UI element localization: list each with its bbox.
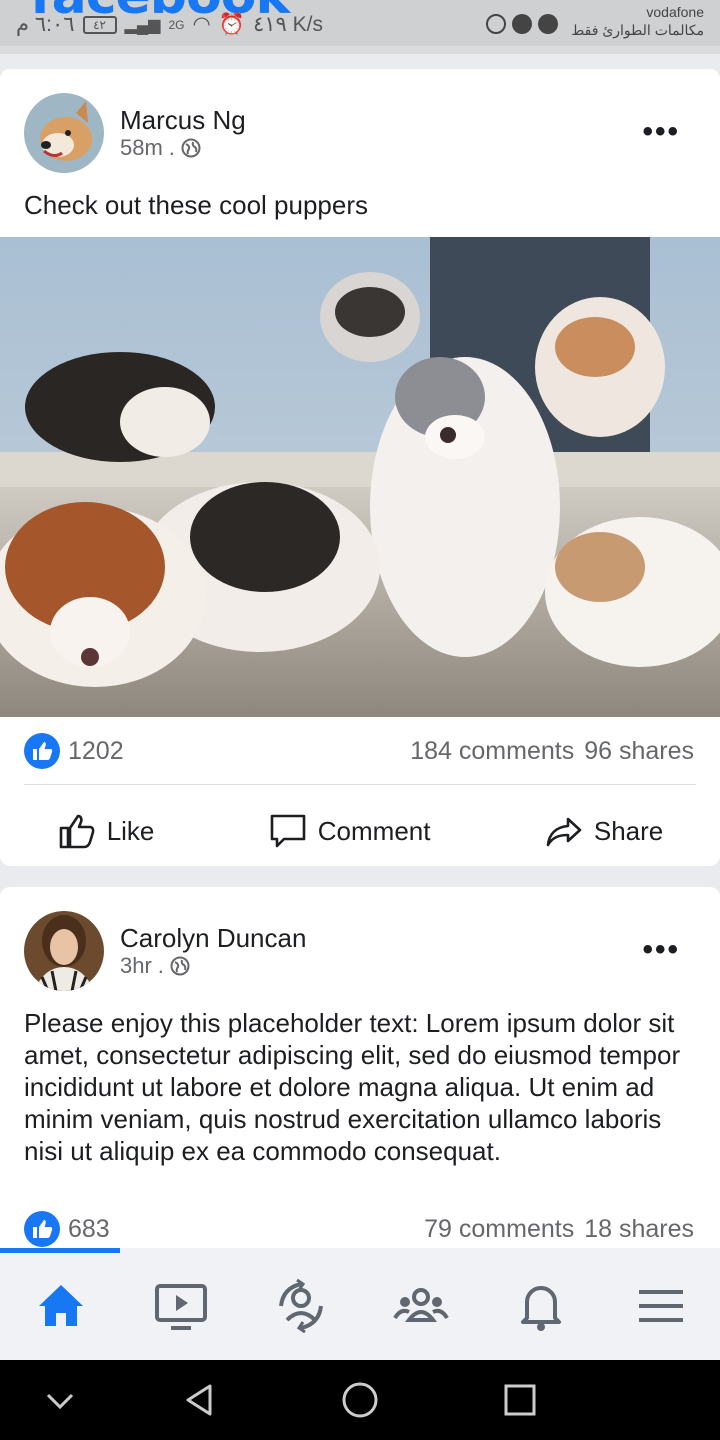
home-icon xyxy=(39,1285,83,1326)
video-icon xyxy=(155,1284,207,1330)
post-text: Please enjoy this placeholder text: Lore… xyxy=(24,1008,681,1166)
thumbs-up-icon xyxy=(59,814,95,849)
post-text: Check out these cool puppers xyxy=(24,190,368,220)
shares-count[interactable]: 18 shares xyxy=(584,1215,694,1244)
comment-label: Comment xyxy=(317,815,431,846)
avatar[interactable] xyxy=(24,911,104,991)
globe-icon xyxy=(170,956,190,976)
carrier-name: vodafone xyxy=(646,4,704,20)
meta-separator: . xyxy=(168,135,175,160)
battery-level: ٤٢ xyxy=(93,17,106,32)
post-meta: 58m . xyxy=(120,135,201,161)
more-options-button[interactable]: ••• xyxy=(642,115,680,149)
bell-icon xyxy=(521,1286,561,1331)
signal-icon: ▂▄▆ xyxy=(124,16,161,34)
status-bar: facebook ٦:٠٦ م ٤٢ ▂▄▆ 2G ◠ ⏰ ٤١٩ K/s vo… xyxy=(0,0,720,46)
tab-groups[interactable] xyxy=(361,1266,481,1346)
groups-icon xyxy=(393,1288,449,1322)
wifi-icon: ◠ xyxy=(192,13,211,36)
post-card: Carolyn Duncan 3hr . ••• Please enjoy th… xyxy=(0,887,720,1267)
emergency-calls-note: مكالمات الطوارئ فقط xyxy=(571,22,704,38)
chevron-down-icon[interactable] xyxy=(40,1380,80,1420)
bottom-tab-bar xyxy=(0,1248,720,1360)
comment-icon xyxy=(270,814,306,848)
more-options-button[interactable]: ••• xyxy=(642,933,680,967)
recents-icon[interactable] xyxy=(500,1380,540,1420)
author-name[interactable]: Marcus Ng xyxy=(120,105,246,136)
reactions-row: 683 79 comments 18 shares xyxy=(24,1211,694,1247)
phone-icon xyxy=(486,14,506,34)
post-card: Marcus Ng 58m . ••• Check out these cool… xyxy=(0,69,720,866)
battery-icon: ٤٢ xyxy=(82,15,117,34)
post-actions: Like Comment Share xyxy=(0,803,720,859)
alarm-icon: ⏰ xyxy=(218,12,245,36)
tab-home[interactable] xyxy=(1,1266,121,1346)
post-time: 3hr xyxy=(120,953,152,978)
shares-count[interactable]: 96 shares xyxy=(584,737,694,766)
like-button[interactable]: Like xyxy=(43,803,169,859)
home-nav-icon[interactable] xyxy=(340,1380,380,1420)
tab-notifications[interactable] xyxy=(481,1266,601,1346)
post-photo[interactable] xyxy=(0,237,720,717)
comments-count[interactable]: 184 comments xyxy=(410,737,574,766)
notification-icons xyxy=(486,14,558,34)
like-count[interactable]: 1202 xyxy=(68,737,124,766)
post-time: 58m xyxy=(120,135,163,160)
status-left: ٦:٠٦ م ٤٢ ▂▄▆ 2G ◠ ⏰ ٤١٩ K/s xyxy=(16,12,323,37)
message-icon xyxy=(512,14,532,34)
dating-icon xyxy=(279,1278,323,1334)
like-reaction-icon[interactable] xyxy=(24,1211,60,1247)
like-count[interactable]: 683 xyxy=(68,1215,110,1244)
messenger-icon xyxy=(538,14,558,34)
comment-button[interactable]: Comment xyxy=(254,803,445,859)
tab-video[interactable] xyxy=(121,1266,241,1346)
globe-icon xyxy=(181,138,201,158)
tab-menu[interactable] xyxy=(601,1266,720,1346)
reactions-row: 1202 184 comments 96 shares xyxy=(24,733,694,769)
author-name[interactable]: Carolyn Duncan xyxy=(120,923,306,954)
divider xyxy=(24,784,696,785)
status-time: ٦:٠٦ م xyxy=(16,13,75,36)
back-icon[interactable] xyxy=(180,1380,220,1420)
avatar[interactable] xyxy=(24,93,104,173)
post-meta: 3hr . xyxy=(120,953,190,979)
like-reaction-icon[interactable] xyxy=(24,733,60,769)
status-bar-shadow xyxy=(0,46,720,54)
share-label: Share xyxy=(593,815,664,846)
network-type: 2G xyxy=(168,17,185,32)
like-label: Like xyxy=(106,815,155,846)
meta-separator: . xyxy=(157,953,164,978)
puppies-photo xyxy=(0,237,720,717)
net-speed: ٤١٩ K/s xyxy=(252,13,324,36)
active-tab-indicator xyxy=(0,1248,120,1253)
share-button[interactable]: Share xyxy=(530,803,677,859)
system-navigation-bar xyxy=(0,1360,720,1440)
share-icon xyxy=(546,817,582,847)
comments-count[interactable]: 79 comments xyxy=(424,1215,574,1244)
tab-dating[interactable] xyxy=(241,1266,361,1346)
menu-icon xyxy=(639,1290,683,1322)
status-right: vodafone مكالمات الطوارئ فقط xyxy=(571,4,704,39)
